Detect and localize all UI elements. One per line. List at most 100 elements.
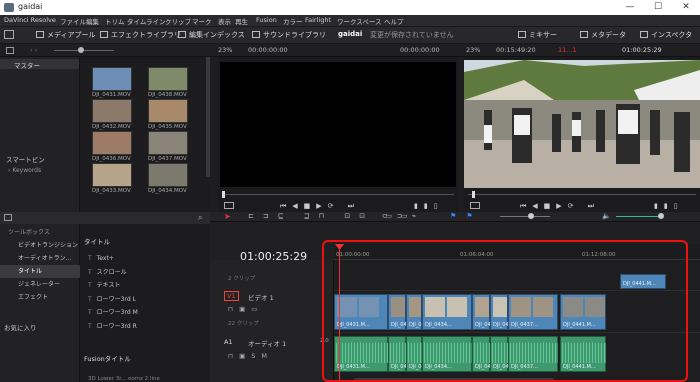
slider-knob[interactable] [78, 47, 84, 53]
media-pool-button[interactable]: メディアプール [36, 30, 96, 40]
menu-clip[interactable]: クリップ [165, 16, 191, 26]
timeline-panel: 01:00:25:29 01:00:00:00 01:06:04:00 01:1… [210, 222, 700, 382]
media-thumbnail[interactable] [92, 67, 132, 91]
a1-track-name[interactable]: オーディオ 1 [248, 338, 286, 348]
title-item-lower-third-m[interactable]: T ローワー3rd M [88, 306, 138, 320]
menu-view[interactable]: 表示 [218, 16, 231, 26]
media-thumbnail[interactable] [148, 131, 188, 155]
media-thumbnail[interactable] [148, 163, 188, 187]
menu-fairlight[interactable]: Fairlight [305, 16, 331, 24]
maximize-button[interactable]: ☐ [644, 0, 672, 15]
title-item-lower-third-l[interactable]: T ローワー3rd L [88, 293, 138, 307]
selection-tool-icon[interactable]: ➤ [224, 212, 231, 221]
media-thumbnail-label: DJI_0438.MOV [148, 92, 187, 98]
tree-video-transitions[interactable]: ビデオトランジション [0, 239, 80, 252]
timecode-right: 00:15:49:20 [496, 46, 536, 54]
menu-help[interactable]: ヘルプ [384, 16, 404, 26]
timeline-scrubber[interactable] [468, 194, 696, 195]
zoom-slider[interactable] [500, 216, 550, 217]
app-icon [4, 3, 14, 12]
v1-track-tag[interactable]: V1 [224, 291, 239, 301]
panel-toggle-icon[interactable] [4, 30, 14, 39]
title-item-textplus[interactable]: T Text+ [88, 252, 138, 266]
menu-fusion[interactable]: Fusion [256, 16, 277, 24]
inspector-label: インスペクタ [651, 31, 693, 39]
timeline-name-red[interactable]: 11...1 [558, 46, 577, 54]
keywords-bin[interactable]: › Keywords [8, 167, 41, 174]
title-item-text[interactable]: T テキスト [88, 279, 138, 293]
audio-volume-icon[interactable]: 🔈 [602, 212, 611, 220]
tree-audio-transitions[interactable]: オーディオトラン... [0, 252, 80, 265]
media-thumbnail[interactable] [148, 99, 188, 123]
media-pool-scrollbar[interactable] [206, 57, 210, 177]
tree-toolbox[interactable]: ツールボックス [0, 226, 80, 239]
title-item-label: ローワー3rd R [96, 322, 137, 330]
tree-effects[interactable]: エフェクト [0, 291, 80, 304]
mixer-button[interactable]: ミキサー [518, 30, 557, 40]
menu-trim[interactable]: トリム [105, 16, 125, 26]
a1-track-controls[interactable]: ⊓▣SM [228, 352, 273, 360]
metadata-button[interactable]: メタデータ [580, 30, 626, 40]
window-title: gaidai [18, 2, 43, 11]
source-view-options-icon[interactable] [224, 202, 234, 209]
timeline-mark-controls[interactable]: ▮▮▯ [654, 202, 684, 210]
source-playhead[interactable] [222, 191, 225, 198]
media-thumbnail[interactable] [148, 67, 188, 91]
v1-track-controls[interactable]: ⊓▣▭ [228, 305, 263, 313]
menu-workspace[interactable]: ワークスペース [337, 16, 382, 26]
tree-titles[interactable]: タイトル [0, 265, 80, 278]
sound-library-button[interactable]: サウンドライブラリ [252, 30, 326, 40]
thumb-size-slider[interactable] [54, 50, 114, 51]
a1-track-tag[interactable]: A1 [224, 338, 233, 346]
source-mark-controls[interactable]: ▮▮▯ [414, 202, 444, 210]
close-button[interactable]: ✕ [672, 0, 700, 15]
search-icon[interactable]: ⌕ [198, 213, 202, 223]
mixer-label: ミキサー [529, 31, 557, 39]
tree-generators[interactable]: ジェネレーター [0, 278, 80, 291]
titles-list: T Text+ T スクロール T テキスト T ローワー3rd L T ローワー3rd … [88, 252, 138, 333]
source-scrubber[interactable] [222, 194, 454, 195]
media-thumbnail-label: DJI_0434.MOV [148, 188, 187, 194]
menu-mark[interactable]: マーク [192, 16, 212, 26]
effects-panel-header [0, 212, 80, 224]
text-icon: T [88, 268, 92, 276]
timeline-scrub-playhead[interactable] [472, 191, 475, 198]
fusion-title-item[interactable]: 3D Lower 3r... oomz 2 line [88, 376, 160, 382]
v1-track-name[interactable]: ビデオ 1 [248, 292, 274, 302]
timeline-transport-controls[interactable]: ⏮◀■▶⟳ ⏭ [520, 202, 600, 211]
back-icon[interactable]: ‹ › [30, 46, 37, 54]
source-viewer-canvas[interactable] [220, 62, 456, 187]
text-icon: T [88, 309, 92, 316]
minimize-button[interactable]: — [616, 0, 644, 15]
media-thumbnail[interactable] [92, 131, 132, 155]
volume-knob[interactable] [658, 213, 664, 219]
inspector-icon [640, 31, 648, 38]
media-thumbnail[interactable] [92, 163, 132, 187]
volume-slider[interactable] [616, 216, 660, 217]
media-thumbnail-label: DJI_0435.MOV [148, 124, 187, 130]
title-item-lower-third-r[interactable]: T ローワー3rd R [88, 320, 138, 334]
menu-color[interactable]: カラー [283, 16, 303, 26]
source-transport-controls[interactable]: ⏮◀■▶⟳ ⏭ [280, 202, 360, 211]
zoom-right[interactable]: 23% [466, 46, 480, 54]
effects-library-label: エフェクトライブラリ [111, 31, 181, 39]
text-icon: T [88, 295, 92, 303]
snap-link-tools[interactable]: ⊂⊃⌁ [382, 212, 425, 220]
menu-davinci[interactable]: DaVinci Resolve [4, 16, 56, 24]
effects-panel-toggle-icon[interactable] [4, 214, 12, 221]
menu-playback[interactable]: 再生 [235, 16, 248, 26]
zoom-left[interactable]: 23% [218, 46, 232, 54]
menu-timeline[interactable]: タイムライン [127, 16, 166, 26]
menu-file[interactable]: ファイル [60, 16, 86, 26]
flag-marker-tools[interactable]: ⚑⚑ [450, 212, 483, 220]
effects-library-button[interactable]: エフェクトライブラリ [100, 30, 181, 40]
edit-index-button[interactable]: 編集インデックス [178, 30, 245, 40]
timeline-view-options-icon[interactable] [470, 202, 480, 209]
media-thumbnail[interactable] [92, 99, 132, 123]
zoom-slider-knob[interactable] [528, 213, 534, 219]
bin-toggle-icon[interactable] [6, 47, 14, 54]
inspector-button[interactable]: インスペクタ [640, 30, 692, 40]
title-item-scroll[interactable]: T スクロール [88, 266, 138, 280]
timeline-viewer-frame[interactable] [464, 60, 700, 188]
menu-edit[interactable]: 編集 [86, 16, 99, 26]
